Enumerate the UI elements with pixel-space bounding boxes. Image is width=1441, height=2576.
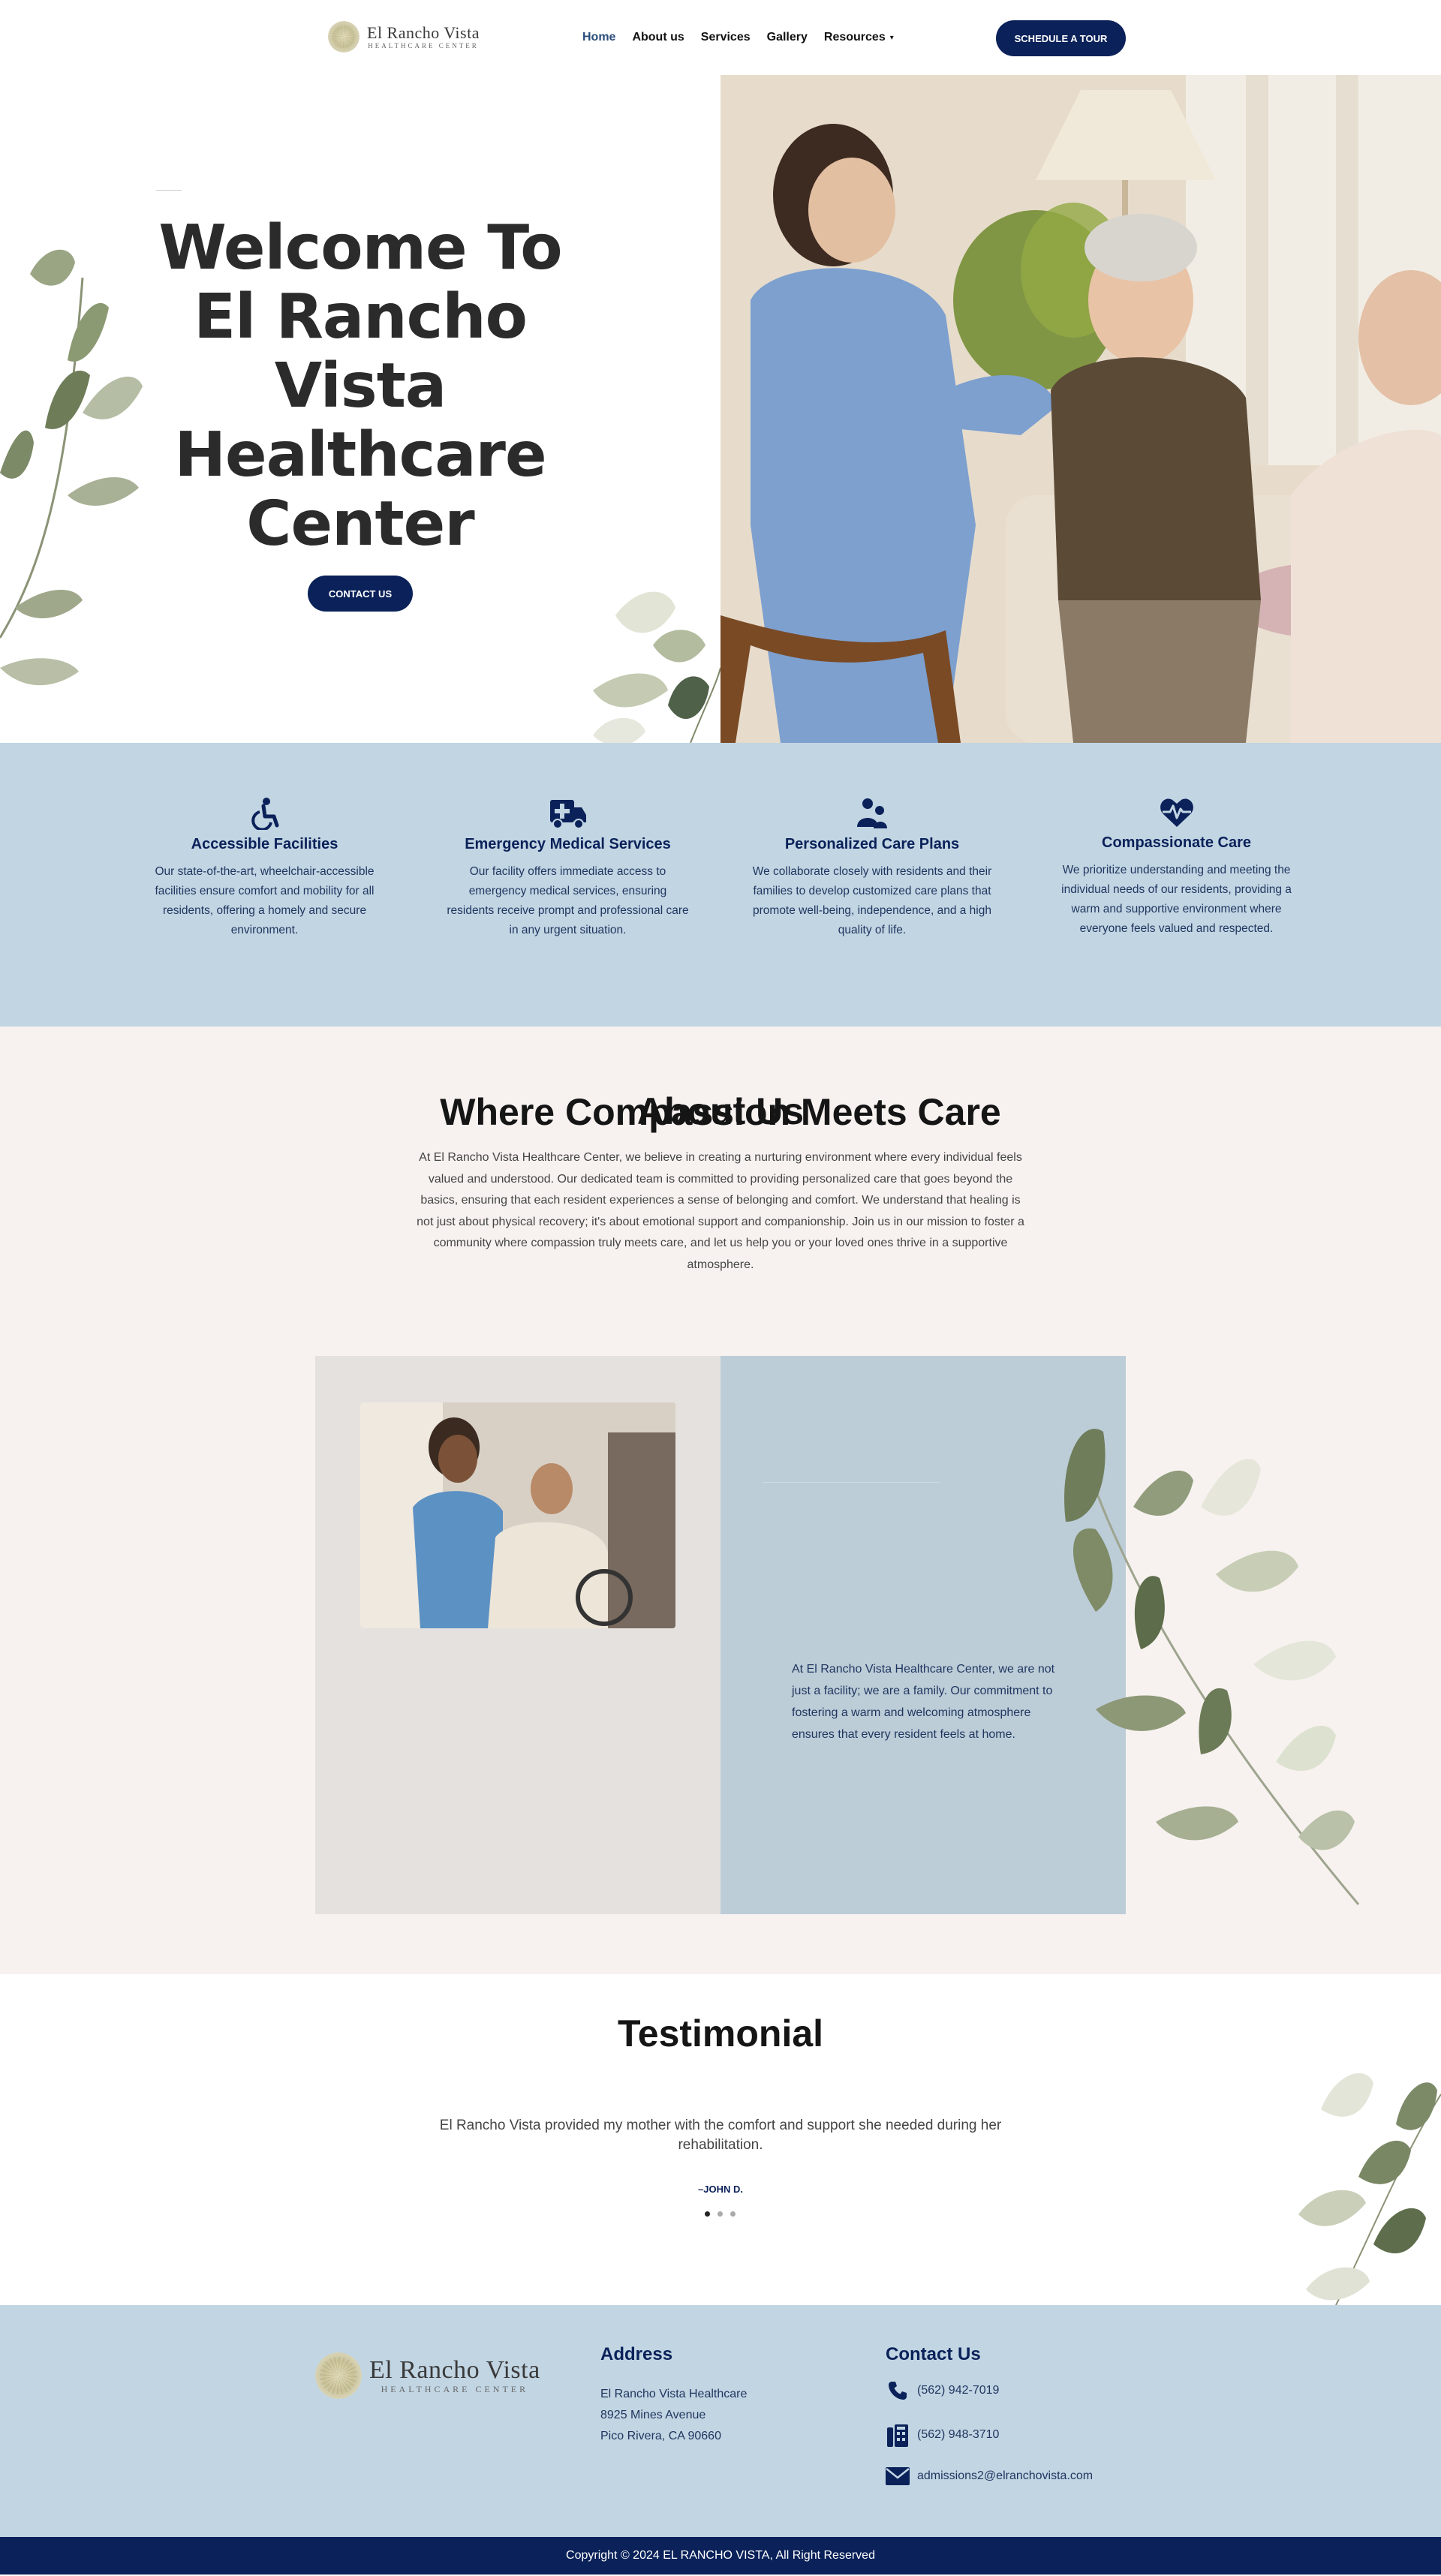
feature-card: Compassionate Care We prioritize underst…: [1054, 797, 1298, 939]
address-heading: Address: [600, 2344, 673, 2364]
envelope-icon: [886, 2467, 910, 2485]
slider-dot-3[interactable]: [730, 2211, 736, 2217]
about-section: About Us At El Rancho Vista Healthcare C…: [0, 1026, 1441, 1974]
about-photo-illustration: [360, 1402, 675, 1628]
decorative-line: [763, 1482, 940, 1483]
decorative-line: [156, 190, 182, 191]
address-line: Pico Rivera, CA 90660: [600, 2430, 721, 2442]
nav-gallery[interactable]: Gallery: [767, 29, 808, 47]
email-row[interactable]: admissions2@elranchovista.com: [886, 2467, 1093, 2485]
contact-us-button[interactable]: CONTACT US: [308, 576, 413, 612]
fax-number: (562) 948-3710: [917, 2428, 1000, 2441]
logo-sun-icon: [315, 2352, 362, 2399]
nav-home[interactable]: Home: [582, 29, 615, 47]
logo-title: El Rancho Vista: [367, 23, 480, 42]
feature-text: We prioritize understanding and meeting …: [1061, 864, 1292, 935]
feature-text: We collaborate closely with residents an…: [752, 865, 992, 936]
feature-card: Accessible Facilities Our state-of-the-a…: [146, 797, 383, 940]
heart-pulse-icon: [1160, 798, 1193, 827]
testimonial-quote: El Rancho Vista provided my mother with …: [439, 2118, 1002, 2153]
leaf-branch-illustration: [1064, 1429, 1360, 1905]
address-line: El Rancho Vista Healthcare: [600, 2388, 748, 2400]
leaf-branch-illustration: [0, 249, 143, 686]
logo-subtitle: HEALTHCARE CENTER: [381, 2383, 529, 2394]
fax-icon: [886, 2423, 910, 2447]
testimonial-section: Testimonial El Rancho Vista provided my …: [0, 1974, 1441, 2305]
site-logo[interactable]: El Rancho Vista HEALTHCARE CENTER: [328, 21, 480, 53]
chevron-down-icon: ▾: [889, 33, 894, 42]
schedule-tour-button[interactable]: SCHEDULE A TOUR: [996, 20, 1126, 56]
slider-dot-1[interactable]: [705, 2211, 710, 2217]
feature-title: Accessible Facilities: [191, 836, 338, 852]
address-block: El Rancho Vista Healthcare 8925 Mines Av…: [600, 2384, 747, 2447]
wheelchair-icon: [251, 798, 278, 830]
contact-heading: Contact Us: [886, 2344, 981, 2364]
site-header: El Rancho Vista HEALTHCARE CENTER Home A…: [0, 0, 1441, 75]
feature-text: Our facility offers immediate access to …: [447, 865, 689, 936]
feature-text: Our state-of-the-art, wheelchair-accessi…: [155, 865, 375, 936]
testimonial-heading: Testimonial: [617, 2012, 824, 2054]
compassion-text: At El Rancho Vista Healthcare Center, we…: [792, 1663, 1055, 1741]
logo-sun-icon: [328, 21, 359, 53]
feature-card: Emergency Medical Services Our facility …: [446, 797, 690, 940]
feature-title: Compassionate Care: [1102, 834, 1251, 851]
about-photo-caregiver-with-resident: [360, 1402, 675, 1628]
hero-title: Welcome To El Rancho Vista Healthcare Ce…: [158, 212, 562, 560]
hero-section: Welcome To El Rancho Vista Healthcare Ce…: [0, 75, 1441, 743]
feature-card: Personalized Care Plans We collaborate c…: [752, 797, 992, 940]
testimonial-author: –JOHN D.: [698, 2184, 743, 2195]
footer-logo[interactable]: El Rancho Vista HEALTHCARE CENTER: [315, 2352, 540, 2399]
feature-title: Personalized Care Plans: [784, 836, 960, 852]
hero-photo-nurse-with-resident: [720, 75, 1441, 743]
address-line: 8925 Mines Avenue: [600, 2409, 706, 2421]
features-section: Accessible Facilities Our state-of-the-a…: [0, 743, 1441, 1026]
slider-dots: [705, 2211, 736, 2217]
logo-title: El Rancho Vista: [369, 2355, 540, 2384]
copyright-bar: Copyright © 2024 EL RANCHO VISTA, All Ri…: [0, 2537, 1441, 2574]
leaf-branch-illustration: [1298, 2073, 1441, 2305]
nav-resources[interactable]: Resources ▾: [824, 29, 894, 47]
hero-photo-illustration: [720, 75, 1441, 743]
phone-icon: [886, 2380, 910, 2401]
site-footer: El Rancho Vista HEALTHCARE CENTER Addres…: [0, 2305, 1441, 2537]
nav-services[interactable]: Services: [701, 29, 751, 47]
compassion-title: Where Compassion Meets Care: [440, 1091, 1001, 1133]
slider-dot-2[interactable]: [717, 2211, 723, 2217]
logo-subtitle: HEALTHCARE CENTER: [368, 42, 479, 50]
email-address: admissions2@elranchovista.com: [917, 2469, 1094, 2482]
copyright-text: Copyright © 2024 EL RANCHO VISTA, All Ri…: [566, 2549, 875, 2562]
people-icon: [857, 798, 887, 828]
main-nav: Home About us Services Gallery Resources…: [582, 29, 910, 47]
nav-about-us[interactable]: About us: [632, 29, 684, 47]
fax-row[interactable]: (562) 948-3710: [886, 2423, 999, 2447]
leaf-cluster-illustration: [593, 591, 720, 743]
ambulance-icon: [549, 800, 586, 829]
nav-resources-label: Resources: [823, 31, 886, 44]
feature-title: Emergency Medical Services: [465, 836, 671, 852]
phone-row[interactable]: (562) 942-7019: [886, 2380, 999, 2401]
about-text: At El Rancho Vista Healthcare Center, we…: [417, 1151, 1024, 1271]
phone-number: (562) 942-7019: [917, 2384, 1000, 2397]
